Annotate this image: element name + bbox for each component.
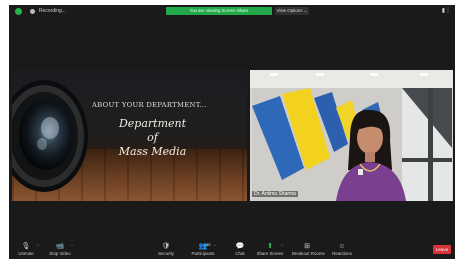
zoom-meeting-window: Recording... You are viewing Screen Shar…	[9, 5, 455, 259]
breakout-rooms-label: Breakout Rooms	[292, 251, 325, 256]
chat-icon: 💬	[235, 243, 245, 250]
reactions-button[interactable]: ☺ Reactions	[327, 242, 357, 257]
unmute-label: Unmute	[18, 251, 34, 256]
view-options-button[interactable]: View Options ⌄	[275, 7, 309, 15]
slide-title-line: Department	[118, 117, 187, 130]
participant-name: Dr. Antima Sharma	[252, 191, 298, 197]
ceiling-light	[420, 73, 428, 76]
reactions-label: Reactions	[332, 251, 352, 256]
chevron-up-icon[interactable]: ^	[71, 243, 73, 248]
stop-video-label: Stop Video	[49, 251, 71, 256]
screen-share-banner: You are viewing Screen Share	[166, 7, 272, 15]
participant-video-tile[interactable]: Dr. Antima Sharma	[250, 70, 453, 201]
breakout-rooms-icon: ⊞	[304, 243, 310, 250]
breakout-rooms-button[interactable]: ⊞ Breakout Rooms	[292, 242, 325, 257]
ceiling	[250, 70, 453, 88]
participants-label: Participants	[191, 251, 215, 256]
share-screen-button[interactable]: ⬆ Share Screen ^	[255, 242, 285, 257]
shared-screen: ABOUT YOUR DEPARTMENT... Department of M…	[12, 70, 247, 201]
chevron-up-icon[interactable]: ^	[37, 243, 39, 248]
shield-icon: 🛡	[161, 243, 171, 250]
view-options-label: View Options	[276, 8, 303, 13]
participants-button[interactable]: 👥 49 Participants ^	[188, 242, 218, 257]
smiley-icon: ☺	[338, 243, 346, 250]
recording-label: Recording...	[39, 8, 66, 14]
slide-subtitle: ABOUT YOUR DEPARTMENT...	[92, 101, 207, 109]
leave-button[interactable]: Leave	[433, 245, 451, 254]
slide-title: Department of Mass Media	[90, 117, 215, 159]
ceiling-light	[370, 73, 378, 76]
ceiling-light	[316, 73, 324, 76]
share-screen-label: Share Screen	[256, 251, 284, 256]
chevron-up-icon[interactable]: ^	[281, 243, 283, 248]
ceiling-light	[270, 73, 278, 76]
layout-icon[interactable]: ▮⋮	[442, 7, 451, 14]
slide-title-line: of	[147, 131, 158, 144]
stop-video-button[interactable]: 📹 Stop Video ^	[45, 242, 75, 257]
recording-icon	[30, 9, 35, 14]
camera-lens-image	[12, 80, 88, 192]
top-bar: Recording... You are viewing Screen Shar…	[9, 5, 455, 18]
security-label: Security	[158, 251, 174, 256]
chat-button[interactable]: 💬 Chat	[225, 242, 255, 257]
participant-count: 49	[206, 242, 211, 247]
meeting-toolbar: 🎙 Unmute ^ 📹 Stop Video ^ 🛡 Security 👥 4…	[9, 240, 455, 259]
unmute-button[interactable]: 🎙 Unmute ^	[11, 242, 41, 257]
security-button[interactable]: 🛡 Security	[151, 242, 181, 257]
slide-title-line: Mass Media	[118, 145, 187, 158]
encryption-shield-icon[interactable]	[15, 8, 22, 15]
chat-label: Chat	[235, 251, 245, 256]
chevron-down-icon: ⌄	[303, 8, 308, 13]
participant-video-image	[252, 88, 452, 201]
chevron-up-icon[interactable]: ^	[214, 243, 216, 248]
